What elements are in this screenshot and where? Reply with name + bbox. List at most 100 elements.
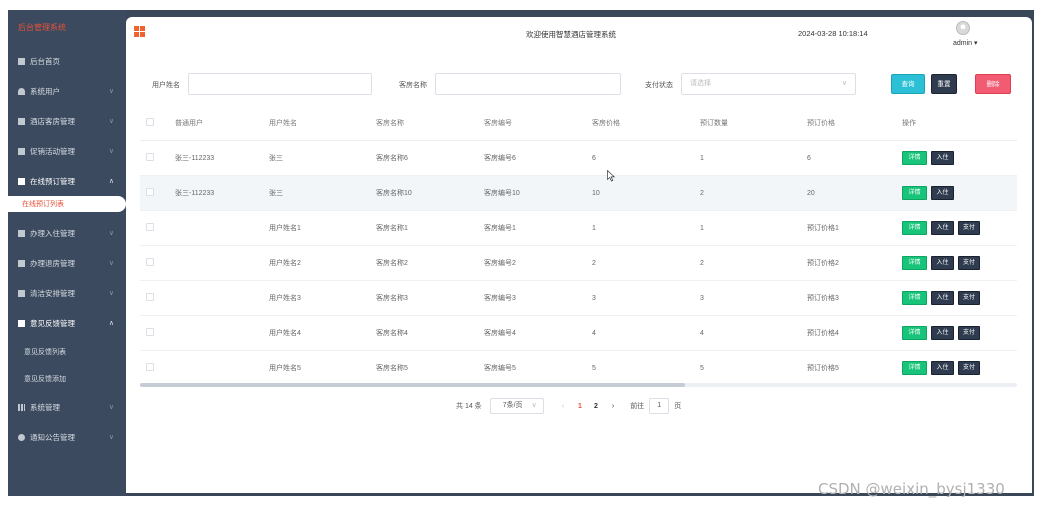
goto-unit: 页 <box>674 403 682 410</box>
row-checkbox[interactable] <box>146 328 154 336</box>
row-checkbox[interactable] <box>146 293 154 301</box>
sidebar-item-label: 在线预订管理 <box>30 176 75 186</box>
sidebar-item-home[interactable]: 后台首页 <box>8 46 126 76</box>
detail-button[interactable]: 详情 <box>902 361 927 375</box>
reset-button[interactable]: 重置 <box>931 74 957 94</box>
cell-count: 1 <box>700 154 704 162</box>
cell-room: 客房名称3 <box>376 295 408 302</box>
prev-page-button[interactable]: ‹ <box>562 403 564 410</box>
cell-actions: 详情 入住 支付 <box>899 361 1017 375</box>
cell-code: 客房编号1 <box>484 225 516 232</box>
chevron-down-icon: ∨ <box>108 404 114 411</box>
sidebar-item-rooms[interactable]: 酒店客房管理 ∨ <box>8 106 126 136</box>
detail-button[interactable]: 详情 <box>902 221 927 235</box>
sidebar-item-cleaning[interactable]: 清洁安排管理 ∨ <box>8 278 126 308</box>
user-menu[interactable]: admin ▾ <box>953 39 978 47</box>
page-size-select[interactable]: 7条/页 ∨ <box>489 398 544 414</box>
row-checkbox[interactable] <box>146 223 154 231</box>
sidebar-item-online-booking[interactable]: 在线预订管理 ∧ <box>8 166 126 196</box>
header-order-price: 预订价格 <box>807 120 835 127</box>
scrollbar-thumb[interactable] <box>140 383 685 387</box>
sidebar-item-system[interactable]: 系统管理 ∨ <box>8 392 126 422</box>
room-name-input[interactable] <box>435 73 621 95</box>
cell-name: 用户姓名4 <box>269 330 301 337</box>
pay-button[interactable]: 支付 <box>958 326 980 340</box>
cell-code: 客房编号2 <box>484 260 516 267</box>
username-input[interactable] <box>188 73 372 95</box>
sidebar-item-system-users[interactable]: 系统用户 ∨ <box>8 76 126 106</box>
sidebar-item-label: 办理退房管理 <box>30 258 75 268</box>
feedback-icon <box>18 319 25 327</box>
header-room: 客房名称 <box>376 120 404 127</box>
cell-order-price: 预订价格5 <box>807 365 839 372</box>
avatar[interactable] <box>956 21 970 35</box>
cell-room: 客房名称4 <box>376 330 408 337</box>
pagination-total: 共 14 条 <box>456 403 482 410</box>
row-checkbox[interactable] <box>146 258 154 266</box>
cell-count: 2 <box>700 189 704 197</box>
cell-name: 用户姓名1 <box>269 225 301 232</box>
checkin-button[interactable]: 入住 <box>931 256 954 270</box>
checkin-button[interactable]: 入住 <box>931 291 954 305</box>
pay-button[interactable]: 支付 <box>958 291 980 305</box>
chevron-up-icon: ∧ <box>108 178 114 185</box>
checkin-button[interactable]: 入住 <box>931 151 954 165</box>
sidebar-subitem-booking-list[interactable]: 在线预订列表 <box>8 196 126 212</box>
sidebar-item-label: 通知公告管理 <box>30 432 75 442</box>
booking-table: 普通用户 用户姓名 客房名称 客房编号 客房价格 预订数量 预订价格 操作 张三… <box>140 106 1017 386</box>
sidebar-subitem-label: 意见反馈添加 <box>24 375 66 383</box>
detail-button[interactable]: 详情 <box>902 151 927 165</box>
pay-button[interactable]: 支付 <box>958 361 980 375</box>
sidebar-subitem-feedback-add[interactable]: 意见反馈添加 <box>8 365 126 392</box>
cell-order-price: 预订价格2 <box>807 260 839 267</box>
sidebar-item-label: 酒店客房管理 <box>30 116 75 126</box>
row-checkbox[interactable] <box>146 188 154 196</box>
query-button[interactable]: 查询 <box>891 74 925 94</box>
cell-count: 5 <box>700 364 704 372</box>
detail-button[interactable]: 详情 <box>902 186 927 200</box>
sidebar-subitem-feedback-list[interactable]: 意见反馈列表 <box>8 338 126 365</box>
delete-button[interactable]: 删除 <box>975 74 1011 94</box>
username-label: 用户姓名 <box>152 82 180 89</box>
sidebar-item-checkin[interactable]: 办理入住管理 ∨ <box>8 218 126 248</box>
horizontal-scrollbar[interactable] <box>140 383 1017 387</box>
chevron-down-icon: ∨ <box>108 148 114 155</box>
row-checkbox[interactable] <box>146 363 154 371</box>
chevron-down-icon: ∨ <box>108 118 114 125</box>
pay-button[interactable]: 支付 <box>958 221 980 235</box>
next-page-button[interactable]: › <box>612 403 614 410</box>
sidebar-item-promotions[interactable]: 促销活动管理 ∨ <box>8 136 126 166</box>
chevron-down-icon: ∨ <box>108 88 114 95</box>
detail-button[interactable]: 详情 <box>902 256 927 270</box>
row-checkbox[interactable] <box>146 153 154 161</box>
cell-actions: 详情 入住 支付 <box>899 221 1017 235</box>
checkin-button[interactable]: 入住 <box>931 361 954 375</box>
table-row: 用户姓名4 客房名称4 客房编号4 4 4 预订价格4 详情 入住 支付 <box>140 316 1017 351</box>
sidebar: 后台管理系统 后台首页 系统用户 ∨ 酒店客房管理 ∨ 促销活动管理 ∨ 在线预… <box>8 10 126 496</box>
table-row: 用户姓名3 客房名称3 客房编号3 3 3 预订价格3 详情 入住 支付 <box>140 281 1017 316</box>
checkin-button[interactable]: 入住 <box>931 221 954 235</box>
cell-room: 客房名称2 <box>376 260 408 267</box>
cell-code: 客房编号5 <box>484 365 516 372</box>
cell-price: 10 <box>592 189 600 197</box>
info-icon <box>18 433 25 441</box>
cell-count: 1 <box>700 224 704 232</box>
room-name-label: 客房名称 <box>399 82 427 89</box>
detail-button[interactable]: 详情 <box>902 291 927 305</box>
page-2-button[interactable]: 2 <box>594 403 598 410</box>
pay-status-select[interactable]: 请选择 ∨ <box>681 73 856 95</box>
cell-order-price: 6 <box>807 154 811 162</box>
user-icon <box>18 87 25 95</box>
sidebar-item-checkout[interactable]: 办理退房管理 ∨ <box>8 248 126 278</box>
page-1-button[interactable]: 1 <box>578 403 582 410</box>
checkin-button[interactable]: 入住 <box>931 326 954 340</box>
detail-button[interactable]: 详情 <box>902 326 927 340</box>
goto-page-input[interactable]: 1 <box>649 398 670 414</box>
pay-button[interactable]: 支付 <box>958 256 980 270</box>
cell-actions: 详情 入住 支付 <box>899 256 1017 270</box>
sidebar-item-feedback[interactable]: 意见反馈管理 ∧ <box>8 308 126 338</box>
checkin-button[interactable]: 入住 <box>931 186 954 200</box>
menu-grid-icon[interactable] <box>134 26 145 37</box>
sidebar-item-notices[interactable]: 通知公告管理 ∨ <box>8 422 126 452</box>
select-all-checkbox[interactable] <box>146 118 154 126</box>
